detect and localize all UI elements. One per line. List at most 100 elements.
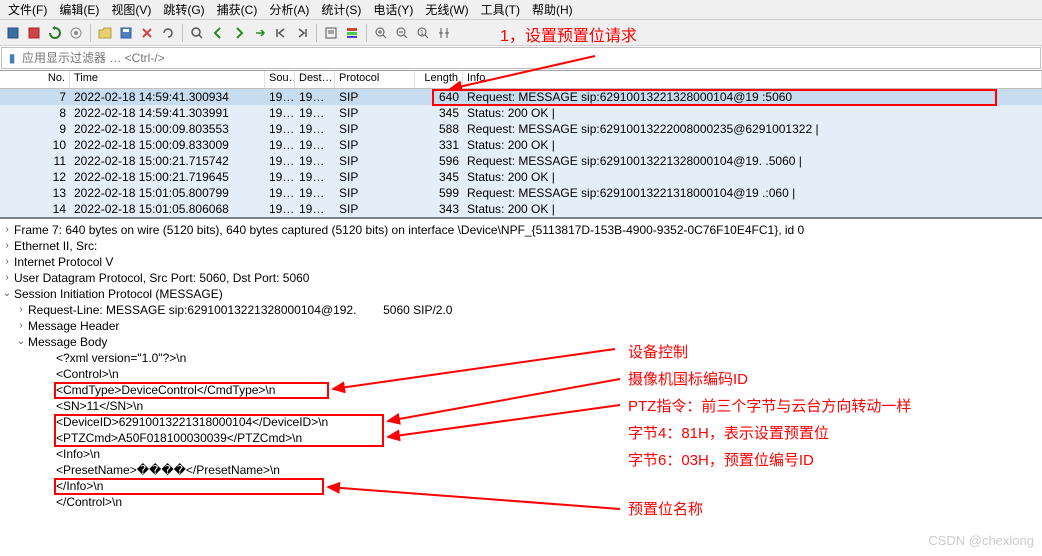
menu-analyze[interactable]: 分析(A) bbox=[263, 0, 315, 20]
xml-line[interactable]: <Info>\n bbox=[56, 446, 100, 462]
cell-no: 11 bbox=[0, 154, 70, 168]
close-icon[interactable] bbox=[138, 24, 156, 42]
expand-icon[interactable]: › bbox=[0, 222, 14, 238]
menu-wireless[interactable]: 无线(W) bbox=[419, 0, 474, 20]
bookmark-icon[interactable]: ▮ bbox=[2, 51, 22, 65]
cell-len: 343 bbox=[415, 202, 463, 216]
go-first-icon[interactable] bbox=[272, 24, 290, 42]
sip-line[interactable]: Session Initiation Protocol (MESSAGE) bbox=[14, 286, 223, 302]
header-no[interactable]: No. bbox=[0, 71, 70, 88]
menu-phone[interactable]: 电话(Y) bbox=[367, 0, 419, 20]
table-row[interactable]: 92022-02-18 15:00:09.80355319…19…SIP588R… bbox=[0, 121, 1042, 137]
packet-list-body[interactable]: 72022-02-18 14:59:41.30093419…19…SIP640R… bbox=[0, 89, 1042, 217]
cell-proto: SIP bbox=[335, 106, 415, 120]
cell-no: 14 bbox=[0, 202, 70, 216]
zoom-reset-icon[interactable]: 1 bbox=[414, 24, 432, 42]
go-last-icon[interactable] bbox=[293, 24, 311, 42]
cell-len: 596 bbox=[415, 154, 463, 168]
table-row[interactable]: 112022-02-18 15:00:21.71574219…19…SIP596… bbox=[0, 153, 1042, 169]
table-row[interactable]: 122022-02-18 15:00:21.71964519…19…SIP345… bbox=[0, 169, 1042, 185]
header-protocol[interactable]: Protocol bbox=[335, 71, 415, 88]
open-file-icon[interactable] bbox=[96, 24, 114, 42]
table-row[interactable]: 132022-02-18 15:01:05.80079919…19…SIP599… bbox=[0, 185, 1042, 201]
menu-edit[interactable]: 编辑(E) bbox=[53, 0, 105, 20]
cell-info: Status: 200 OK | bbox=[463, 202, 1042, 216]
go-forward-icon[interactable] bbox=[230, 24, 248, 42]
ip-line[interactable]: Internet Protocol V bbox=[14, 254, 113, 270]
header-length[interactable]: Length bbox=[415, 71, 463, 88]
header-source[interactable]: Sou… bbox=[265, 71, 295, 88]
collapse-icon[interactable]: ⌄ bbox=[14, 334, 28, 350]
cell-proto: SIP bbox=[335, 90, 415, 104]
xml-presetname-line[interactable]: <PresetName>����</PresetName>\n bbox=[56, 462, 280, 478]
expand-icon[interactable]: › bbox=[0, 270, 14, 286]
expand-icon[interactable]: › bbox=[0, 254, 14, 270]
udp-line[interactable]: User Datagram Protocol, Src Port: 5060, … bbox=[14, 270, 309, 286]
menu-stats[interactable]: 统计(S) bbox=[315, 0, 367, 20]
resize-columns-icon[interactable] bbox=[435, 24, 453, 42]
svg-text:1: 1 bbox=[420, 30, 424, 37]
header-info[interactable]: Info bbox=[463, 71, 1042, 88]
cell-src: 19… bbox=[265, 170, 295, 184]
packet-list-header: No. Time Sou… Dest… Protocol Length Info bbox=[0, 71, 1042, 89]
packet-details: ›Frame 7: 640 bytes on wire (5120 bits),… bbox=[0, 217, 1042, 513]
toolbar: 1 1，设置预置位请求 bbox=[0, 20, 1042, 46]
cell-len: 345 bbox=[415, 106, 463, 120]
table-row[interactable]: 82022-02-18 14:59:41.30399119…19…SIP345S… bbox=[0, 105, 1042, 121]
xml-cmdtype-line[interactable]: <CmdType>DeviceControl</CmdType>\n bbox=[56, 382, 275, 398]
menu-tools[interactable]: 工具(T) bbox=[475, 0, 526, 20]
reload-icon[interactable] bbox=[159, 24, 177, 42]
xml-line[interactable]: <Control>\n bbox=[56, 366, 119, 382]
menu-jump[interactable]: 跳转(G) bbox=[157, 0, 210, 20]
xml-ptzcmd-line[interactable]: <PTZCmd>A50F018100030039</PTZCmd>\n bbox=[56, 430, 302, 446]
xml-line[interactable]: <SN>11</SN>\n bbox=[56, 398, 143, 414]
table-row[interactable]: 102022-02-18 15:00:09.83300919…19…SIP331… bbox=[0, 137, 1042, 153]
request-line[interactable]: Request-Line: MESSAGE sip:62910013221328… bbox=[28, 302, 452, 318]
watermark: CSDN @chexlong bbox=[928, 533, 1034, 548]
ethernet-line[interactable]: Ethernet II, Src: bbox=[14, 238, 101, 254]
menu-capture[interactable]: 捕获(C) bbox=[211, 0, 264, 20]
zoom-in-icon[interactable] bbox=[372, 24, 390, 42]
menu-view[interactable]: 视图(V) bbox=[105, 0, 157, 20]
stop-capture-icon[interactable] bbox=[25, 24, 43, 42]
message-header-line[interactable]: Message Header bbox=[28, 318, 119, 334]
colorize-icon[interactable] bbox=[343, 24, 361, 42]
header-destination[interactable]: Dest… bbox=[295, 71, 335, 88]
expand-icon[interactable]: › bbox=[14, 302, 28, 318]
menu-file[interactable]: 文件(F) bbox=[2, 0, 53, 20]
cell-no: 7 bbox=[0, 90, 70, 104]
options-icon[interactable] bbox=[67, 24, 85, 42]
xml-line[interactable]: </Info>\n bbox=[56, 478, 103, 494]
collapse-icon[interactable]: ⌄ bbox=[0, 286, 14, 302]
menu-help[interactable]: 帮助(H) bbox=[526, 0, 579, 20]
separator bbox=[90, 24, 91, 42]
cell-proto: SIP bbox=[335, 170, 415, 184]
find-icon[interactable] bbox=[188, 24, 206, 42]
table-row[interactable]: 142022-02-18 15:01:05.80606819…19…SIP343… bbox=[0, 201, 1042, 217]
table-row[interactable]: 72022-02-18 14:59:41.30093419…19…SIP640R… bbox=[0, 89, 1042, 105]
zoom-out-icon[interactable] bbox=[393, 24, 411, 42]
header-time[interactable]: Time bbox=[70, 71, 265, 88]
auto-scroll-icon[interactable] bbox=[322, 24, 340, 42]
go-to-icon[interactable] bbox=[251, 24, 269, 42]
frame-line[interactable]: Frame 7: 640 bytes on wire (5120 bits), … bbox=[14, 222, 804, 238]
xml-deviceid-line[interactable]: <DeviceID>62910013221318000104</DeviceID… bbox=[56, 414, 328, 430]
cell-info: Request: MESSAGE sip:6291001322132800010… bbox=[463, 90, 1042, 104]
xml-line[interactable]: <?xml version="1.0"?>\n bbox=[56, 350, 186, 366]
cell-len: 640 bbox=[415, 90, 463, 104]
save-icon[interactable] bbox=[117, 24, 135, 42]
restart-capture-icon[interactable] bbox=[46, 24, 64, 42]
cell-src: 19… bbox=[265, 90, 295, 104]
display-filter-input[interactable] bbox=[22, 51, 1040, 65]
cell-src: 19… bbox=[265, 186, 295, 200]
cell-dst: 19… bbox=[295, 138, 335, 152]
start-capture-icon[interactable] bbox=[4, 24, 22, 42]
message-body-line[interactable]: Message Body bbox=[28, 334, 107, 350]
go-back-icon[interactable] bbox=[209, 24, 227, 42]
menu-bar: 文件(F) 编辑(E) 视图(V) 跳转(G) 捕获(C) 分析(A) 统计(S… bbox=[0, 0, 1042, 20]
expand-icon[interactable]: › bbox=[14, 318, 28, 334]
cell-dst: 19… bbox=[295, 186, 335, 200]
expand-icon[interactable]: › bbox=[0, 238, 14, 254]
cell-time: 2022-02-18 15:01:05.806068 bbox=[70, 202, 265, 216]
xml-line[interactable]: </Control>\n bbox=[56, 494, 122, 510]
